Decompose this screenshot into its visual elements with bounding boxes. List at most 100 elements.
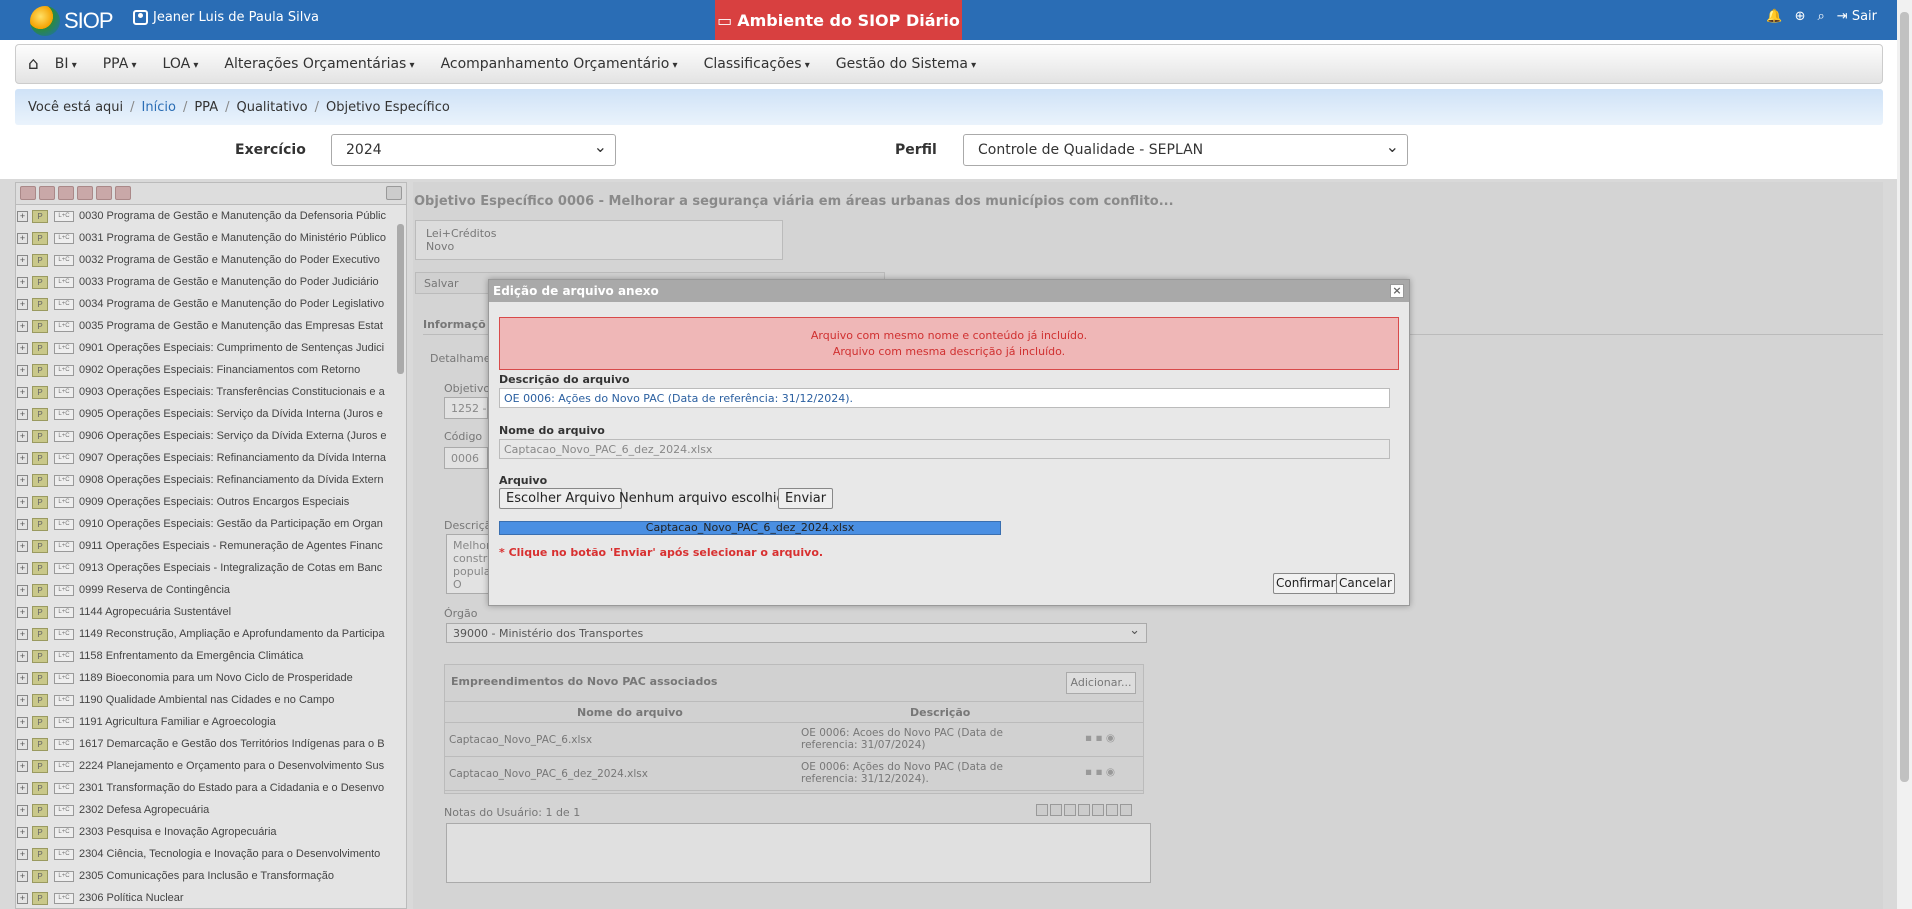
notes-textarea[interactable] [446, 823, 1151, 883]
tree-item[interactable]: + P L+C 2301 Transformação do Estado para a… [16, 777, 394, 799]
tree-item[interactable]: + P L+C 2224 Planejamento e Orçamento para … [16, 755, 394, 777]
tree-item[interactable]: + P L+C 0031 Programa de Gestão e Manutençã… [16, 227, 394, 249]
globe-icon[interactable]: ⊕ [1795, 9, 1806, 24]
expand-toggle-icon[interactable]: + [17, 540, 28, 552]
nav-ppa[interactable]: PPA [103, 56, 137, 72]
expand-toggle-icon[interactable]: + [17, 804, 28, 816]
breadcrumb-inicio[interactable]: Início [142, 100, 176, 115]
expand-toggle-icon[interactable]: + [17, 298, 28, 310]
expand-icon[interactable] [39, 186, 55, 200]
tree-item[interactable]: + P L+C 1617 Demarcação e Gestão dos Territ… [16, 733, 394, 755]
tree-item[interactable]: + P L+C 2305 Comunicações para Inclusão e T… [16, 865, 394, 887]
tree-item[interactable]: + P L+C 0913 Operações Especiais - Integral… [16, 557, 394, 579]
search-tree-icon[interactable] [77, 186, 93, 200]
last-icon[interactable] [1120, 804, 1132, 816]
tree-item[interactable]: + P L+C 0908 Operações Especiais: Refinanci… [16, 469, 394, 491]
row-actions-icon[interactable]: ▪ ▪ ◉ [1085, 732, 1115, 744]
expand-toggle-icon[interactable]: + [17, 342, 28, 354]
tree-item[interactable]: + P L+C 2306 Política Nuclear [16, 887, 394, 909]
expand-toggle-icon[interactable]: + [17, 452, 28, 464]
scrollbar-thumb[interactable] [1900, 12, 1909, 782]
tree-scrollbar[interactable] [396, 206, 405, 906]
add-icon[interactable] [1078, 804, 1090, 816]
nav-alteracoes[interactable]: Alterações Orçamentárias [224, 56, 414, 72]
row-actions-icon[interactable]: ▪ ▪ ◉ [1085, 766, 1115, 778]
expand-toggle-icon[interactable]: + [17, 672, 28, 684]
expand-toggle-icon[interactable]: + [17, 870, 28, 882]
expand-toggle-icon[interactable]: + [17, 826, 28, 838]
send-button[interactable]: Enviar [778, 488, 834, 509]
tree-item[interactable]: + P L+C 0910 Operações Especiais: Gestão da… [16, 513, 394, 535]
tree-item[interactable]: + P L+C 0905 Operações Especiais: Serviço d… [16, 403, 394, 425]
expand-toggle-icon[interactable]: + [17, 254, 28, 266]
tree-item[interactable]: + P L+C 0903 Operações Especiais: Transferê… [16, 381, 394, 403]
tree-scrollbar-thumb[interactable] [397, 224, 404, 374]
expand-toggle-icon[interactable]: + [17, 518, 28, 530]
expand-toggle-icon[interactable]: + [17, 892, 28, 904]
expand-toggle-icon[interactable]: + [17, 364, 28, 376]
tree-item[interactable]: + P L+C 0034 Programa de Gestão e Manutençã… [16, 293, 394, 315]
cancel-button[interactable]: Cancelar [1336, 573, 1395, 594]
expand-toggle-icon[interactable]: + [17, 496, 28, 508]
nav-loa[interactable]: LOA [163, 56, 199, 72]
next-icon[interactable] [1106, 804, 1118, 816]
page-scrollbar[interactable] [1897, 0, 1912, 909]
tree-item[interactable]: + P L+C 0032 Programa de Gestão e Manutençã… [16, 249, 394, 271]
expand-toggle-icon[interactable]: + [17, 606, 28, 618]
exercicio-select[interactable]: 2024 [331, 134, 616, 166]
expand-toggle-icon[interactable]: + [17, 782, 28, 794]
nav-bi[interactable]: BI [55, 56, 77, 72]
expand-toggle-icon[interactable]: + [17, 650, 28, 662]
tree-item[interactable]: + P L+C 2304 Ciência, Tecnologia e Inovação… [16, 843, 394, 865]
tree-item[interactable]: + P L+C 1149 Reconstrução, Ampliação e Apro… [16, 623, 394, 645]
expand-toggle-icon[interactable]: + [17, 276, 28, 288]
tree-item[interactable]: + P L+C 0906 Operações Especiais: Serviço d… [16, 425, 394, 447]
description-input[interactable]: OE 0006: Ações do Novo PAC (Data de refe… [499, 388, 1390, 408]
expand-toggle-icon[interactable]: + [17, 210, 28, 222]
add-button[interactable]: Adicionar... [1066, 672, 1136, 694]
tree-item[interactable]: + P L+C 0999 Reserva de Contingência [16, 579, 394, 601]
expand-toggle-icon[interactable]: + [17, 232, 28, 244]
expand-toggle-icon[interactable]: + [17, 584, 28, 596]
expand-toggle-icon[interactable]: + [17, 474, 28, 486]
expand-toggle-icon[interactable]: + [17, 562, 28, 574]
expand-toggle-icon[interactable]: + [17, 760, 28, 772]
delete-icon[interactable] [1092, 804, 1104, 816]
expand-toggle-icon[interactable]: + [17, 628, 28, 640]
expand-toggle-icon[interactable]: + [17, 694, 28, 706]
prev-icon[interactable] [1050, 804, 1062, 816]
orgao-select[interactable]: 39000 - Ministério dos Transportes [446, 623, 1147, 643]
save-button[interactable]: Salvar [424, 277, 459, 290]
settings-icon[interactable] [96, 186, 112, 200]
tree-item[interactable]: + P L+C 0901 Operações Especiais: Cumprimen… [16, 337, 394, 359]
nav-gestao[interactable]: Gestão do Sistema [836, 56, 976, 72]
first-icon[interactable] [1036, 804, 1048, 816]
tree-item[interactable]: + P L+C 0035 Programa de Gestão e Manutençã… [16, 315, 394, 337]
tree-item[interactable]: + P L+C 1158 Enfrentamento da Emergência Cl… [16, 645, 394, 667]
user-info[interactable]: Jeaner Luis de Paula Silva [133, 10, 319, 25]
home-icon[interactable]: ⌂ [28, 54, 39, 74]
expand-toggle-icon[interactable]: + [17, 716, 28, 728]
minus-icon[interactable] [1064, 804, 1076, 816]
refresh-icon[interactable] [20, 186, 36, 200]
close-icon[interactable]: × [1390, 284, 1404, 298]
tree-item[interactable]: + P L+C 1190 Qualidade Ambiental nas Cidade… [16, 689, 394, 711]
expand-toggle-icon[interactable]: + [17, 408, 28, 420]
tree-item[interactable]: + P L+C 2303 Pesquisa e Inovação Agropecuár… [16, 821, 394, 843]
nav-classificacoes[interactable]: Classificações [704, 56, 810, 72]
tree-item[interactable]: + P L+C 0902 Operações Especiais: Financiam… [16, 359, 394, 381]
bell-icon[interactable]: 🔔 [1766, 9, 1782, 24]
tree-item[interactable]: + P L+C 0033 Programa de Gestão e Manutençã… [16, 271, 394, 293]
tree-item[interactable]: + P L+C 0907 Operações Especiais: Refinanci… [16, 447, 394, 469]
tree-item[interactable]: + P L+C 2302 Defesa Agropecuária [16, 799, 394, 821]
filter-icon[interactable] [386, 186, 402, 200]
tree-item[interactable]: + P L+C 0909 Operações Especiais: Outros En… [16, 491, 394, 513]
logout-button[interactable]: ⇥ Sair [1837, 9, 1877, 24]
tree-item[interactable]: + P L+C 1191 Agricultura Familiar e Agroeco… [16, 711, 394, 733]
expand-toggle-icon[interactable]: + [17, 320, 28, 332]
siop-logo[interactable]: SIOP [30, 6, 114, 36]
confirm-button[interactable]: Confirmar [1273, 573, 1339, 594]
search-icon[interactable]: ⌕ [1817, 9, 1824, 24]
expand-toggle-icon[interactable]: + [17, 738, 28, 750]
tree-item[interactable]: + P L+C 0030 Programa de Gestão e Manutençã… [16, 205, 394, 227]
